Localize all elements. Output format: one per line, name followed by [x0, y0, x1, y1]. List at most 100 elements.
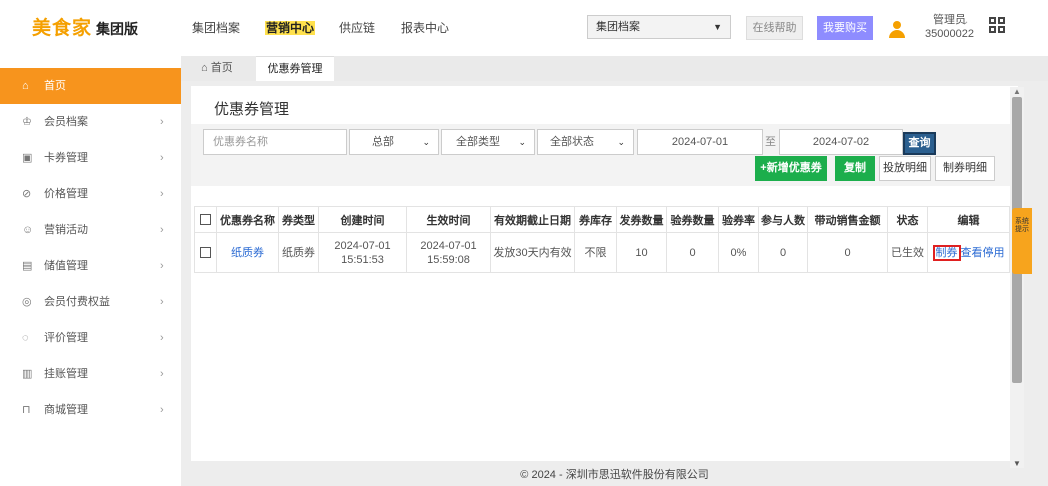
- col-header-rate: 验券率: [718, 206, 759, 233]
- date-to-input[interactable]: 2024-07-02: [779, 129, 903, 155]
- main-content: 优惠券管理 优惠券名称 总部 ⌄ 全部类型 ⌄ 全部状态 ⌄ 2024-07-01 至…: [181, 81, 1048, 486]
- col-header-status: 状态: [887, 206, 928, 233]
- col-header-edit: 编辑: [927, 206, 1010, 233]
- cell-participants: 0: [758, 232, 808, 273]
- cell-rate: 0%: [718, 232, 759, 273]
- credit-icon: ▥: [22, 368, 33, 380]
- nav-marketing-center[interactable]: 营销中心: [265, 19, 316, 36]
- footer-copyright: © 2024 - 深圳市思迅软件股份有限公司: [520, 469, 709, 481]
- row-checkbox[interactable]: [194, 232, 217, 273]
- tab-coupon-management[interactable]: 优惠券管理: [256, 56, 334, 81]
- view-link[interactable]: 查看: [961, 247, 983, 259]
- chevron-right-icon: ›: [160, 296, 164, 308]
- col-header-created: 创建时间: [318, 206, 407, 233]
- col-header-verified: 验券数量: [666, 206, 719, 233]
- make-coupon-link[interactable]: 制券: [932, 244, 961, 261]
- system-tip-tab[interactable]: 系统提示: [1012, 208, 1032, 274]
- chevron-right-icon: ›: [160, 224, 164, 236]
- user-menu-chevron-icon[interactable]: ⌄: [961, 16, 969, 27]
- sidebar-item-member-archive[interactable]: ♔ 会员档案 ›: [0, 104, 181, 140]
- sidebar-item-credit[interactable]: ▥ 挂账管理 ›: [0, 356, 181, 392]
- sidebar-item-card-coupon[interactable]: ▣ 卡券管理 ›: [0, 140, 181, 176]
- cell-created: 2024-07-01 15:51:53: [318, 232, 407, 273]
- marketing-icon: ☺: [22, 224, 34, 236]
- paid-rights-icon: ◎: [22, 296, 32, 308]
- type-select[interactable]: 全部类型 ⌄: [441, 129, 535, 155]
- mall-icon: ⊓: [22, 404, 31, 416]
- chevron-right-icon: ›: [160, 188, 164, 200]
- review-icon: ◌: [22, 332, 29, 344]
- col-header-type: 券类型: [278, 206, 319, 233]
- home-icon: ⌂: [22, 80, 29, 92]
- select-all-checkbox[interactable]: [194, 206, 217, 233]
- top-bar: 美食家 集团版 集团档案 营销中心 供应链 报表中心 集团档案 ▼ 在线帮助 我要购…: [0, 0, 1048, 56]
- store-select[interactable]: 集团档案 ▼: [587, 15, 731, 39]
- nav-report-center[interactable]: 报表中心: [401, 19, 449, 36]
- cell-sales: 0: [807, 232, 888, 273]
- page-title: 优惠券管理: [214, 101, 290, 118]
- make-detail-button[interactable]: 制券明细: [935, 156, 995, 181]
- cell-actions: 制券 查看停用: [927, 232, 1010, 273]
- content-card: 优惠券管理 优惠券名称 总部 ⌄ 全部类型 ⌄ 全部状态 ⌄ 2024-07-01 至…: [191, 86, 1018, 461]
- status-select[interactable]: 全部状态 ⌄: [537, 129, 634, 155]
- copy-button[interactable]: 复制: [835, 156, 875, 181]
- price-icon: ⊘: [22, 188, 32, 200]
- sidebar-item-mall[interactable]: ⊓ 商城管理 ›: [0, 392, 181, 428]
- qr-code-icon[interactable]: [989, 17, 1005, 33]
- col-header-stock: 券库存: [574, 206, 617, 233]
- coupon-name-link[interactable]: 纸质券: [216, 232, 279, 273]
- sidebar-item-review[interactable]: ◌ 评价管理 ›: [0, 320, 181, 356]
- sidebar-item-price[interactable]: ⊘ 价格管理 ›: [0, 176, 181, 212]
- chevron-right-icon: ›: [160, 332, 164, 344]
- org-select[interactable]: 总部 ⌄: [349, 129, 439, 155]
- stored-value-icon: ▤: [22, 260, 33, 272]
- table-header-row: 优惠券名称 券类型 创建时间 生效时间 有效期截止日期 券库存 发券数量 验券数…: [194, 206, 1010, 233]
- chevron-down-icon: ⌄: [518, 137, 526, 147]
- chevron-right-icon: ›: [160, 368, 164, 380]
- add-coupon-button[interactable]: +新增优惠券: [755, 156, 827, 181]
- home-icon: ⌂: [201, 62, 211, 74]
- query-button[interactable]: 查询: [903, 132, 936, 155]
- buy-button[interactable]: 我要购买: [817, 16, 873, 40]
- stop-link[interactable]: 停用: [983, 247, 1005, 259]
- page-tabs: ⌂ 首页 优惠券管理: [181, 56, 1048, 81]
- issue-detail-button[interactable]: 投放明细: [879, 156, 931, 181]
- cell-type: 纸质券: [278, 232, 319, 273]
- cell-issued: 10: [616, 232, 667, 273]
- col-header-participants: 参与人数: [758, 206, 808, 233]
- sidebar-item-marketing[interactable]: ☺ 营销活动 ›: [0, 212, 181, 248]
- help-button[interactable]: 在线帮助: [746, 16, 803, 40]
- cell-effective: 2024-07-01 15:59:08: [406, 232, 491, 273]
- user-avatar-icon[interactable]: [888, 21, 906, 39]
- col-header-expiry: 有效期截止日期: [490, 206, 575, 233]
- chevron-right-icon: ›: [160, 152, 164, 164]
- scroll-up-icon[interactable]: ▲: [1013, 87, 1021, 96]
- sidebar: ⌂ 首页 ♔ 会员档案 › ▣ 卡券管理 › ⊘ 价格管理 › ☺ 营销活动 › ▤ 储值管理 › ◎…: [0, 56, 181, 486]
- col-header-sales: 带动销售金额: [807, 206, 888, 233]
- sidebar-item-stored-value[interactable]: ▤ 储值管理 ›: [0, 248, 181, 284]
- member-icon: ♔: [22, 116, 32, 128]
- chevron-right-icon: ›: [160, 260, 164, 272]
- date-from-input[interactable]: 2024-07-01: [637, 129, 763, 155]
- sidebar-item-home[interactable]: ⌂ 首页: [0, 68, 181, 104]
- chevron-down-icon: ⌄: [422, 137, 430, 147]
- cell-verified: 0: [666, 232, 719, 273]
- coupon-table: 优惠券名称 券类型 创建时间 生效时间 有效期截止日期 券库存 发券数量 验券数…: [194, 206, 1010, 273]
- nav-group-archive[interactable]: 集团档案: [192, 19, 240, 36]
- sidebar-item-paid-rights[interactable]: ◎ 会员付费权益 ›: [0, 284, 181, 320]
- coupon-name-input[interactable]: 优惠券名称: [203, 129, 347, 155]
- chevron-down-icon: ▼: [713, 22, 722, 32]
- table-row: 纸质券 纸质券 2024-07-01 15:51:53 2024-07-01 1…: [194, 232, 1010, 273]
- chevron-right-icon: ›: [160, 116, 164, 128]
- tab-home[interactable]: ⌂ 首页: [191, 56, 243, 81]
- date-separator: 至: [765, 136, 776, 148]
- scroll-down-icon[interactable]: ▼: [1013, 459, 1021, 468]
- col-header-issued: 发券数量: [616, 206, 667, 233]
- nav-supply-chain[interactable]: 供应链: [339, 19, 375, 36]
- cell-stock: 不限: [574, 232, 617, 273]
- cell-status: 已生效: [887, 232, 928, 273]
- content-scrollbar[interactable]: ▲ ▼: [1010, 87, 1024, 468]
- chevron-right-icon: ›: [160, 404, 164, 416]
- logo[interactable]: 美食家 集团版: [32, 13, 138, 40]
- cell-expiry: 发放30天内有效: [490, 232, 575, 273]
